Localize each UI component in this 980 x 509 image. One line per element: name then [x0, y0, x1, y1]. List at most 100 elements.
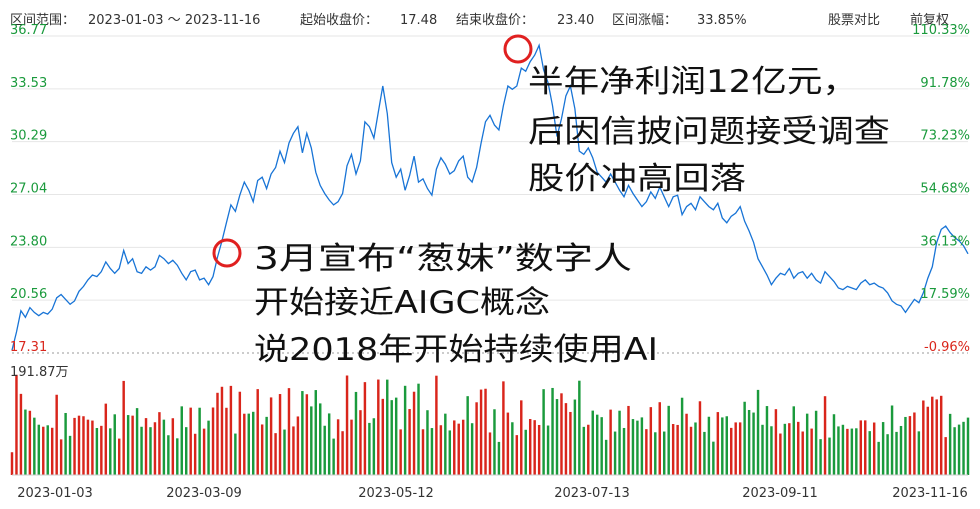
volume-bar — [694, 422, 697, 475]
volume-bar — [864, 420, 867, 475]
volume-bar — [837, 426, 840, 475]
peak-marker — [503, 34, 533, 64]
volume-bar — [426, 410, 429, 475]
volume-bar — [506, 412, 510, 475]
volume-bar — [135, 408, 139, 475]
volume-bar — [560, 393, 563, 475]
volume-bar — [189, 407, 192, 475]
volume-bar — [788, 423, 791, 475]
volume-bar — [904, 416, 907, 475]
volume-bar — [609, 409, 612, 475]
volume-bar — [931, 396, 934, 475]
volume-bar — [28, 410, 32, 475]
volume-bar — [689, 426, 693, 475]
y-tick-label-left: 20.56 — [10, 287, 47, 302]
volume-bar — [381, 398, 385, 475]
volume-bar — [305, 394, 309, 475]
volume-bar — [158, 412, 161, 475]
volume-bar — [747, 409, 751, 475]
start-price-label: 起始收盘价： — [300, 12, 378, 28]
volume-bar — [595, 414, 599, 475]
volume-bar — [555, 399, 559, 475]
volume-bar — [939, 395, 943, 475]
volume-bar — [810, 428, 813, 475]
volume-bar — [327, 413, 331, 475]
volume-bar — [377, 379, 380, 475]
volume-bar — [399, 429, 402, 475]
x-tick-label: 2023-05-12 — [358, 486, 434, 501]
volume-bar — [680, 397, 684, 475]
volume-bar — [180, 406, 183, 475]
volume-bar — [551, 387, 554, 475]
volume-bar — [944, 437, 947, 475]
volume-bar — [479, 389, 483, 475]
volume-bar — [167, 435, 170, 475]
volume-bar — [368, 422, 371, 475]
volume-bar — [962, 421, 965, 475]
volume-bar — [211, 407, 215, 475]
volume-bar — [528, 419, 532, 475]
volume-bar — [24, 409, 27, 475]
y-tick-label-right: -0.96% — [924, 340, 970, 355]
volume-bar — [341, 431, 344, 475]
volume-bar — [310, 406, 313, 475]
y-tick-label-right: 110.33% — [912, 23, 970, 38]
volume-bar — [252, 411, 255, 475]
volume-bar — [444, 413, 447, 475]
volume-bar — [386, 379, 389, 475]
volume-bar — [493, 409, 496, 475]
volume-bar — [19, 393, 23, 475]
volume-bar — [10, 452, 14, 475]
volume-bar — [604, 439, 608, 475]
stock-chart: 区间范围： 2023-01-03 ～ 2023-11-16 起始收盘价： 17.… — [10, 12, 970, 501]
volume-bar — [421, 429, 425, 475]
volume-bar — [663, 431, 666, 475]
volume-bar — [569, 411, 572, 475]
volume-bar — [185, 427, 188, 475]
volume-bar — [770, 426, 773, 475]
volume-bar — [408, 409, 411, 475]
volume-bar — [520, 400, 523, 475]
volume-bar — [216, 392, 219, 475]
volume-bar — [761, 424, 764, 475]
y-tick-label-left: 17.31 — [10, 340, 47, 355]
volume-bar — [841, 424, 845, 475]
volume-bar — [801, 431, 804, 475]
volume-bar — [220, 386, 224, 475]
volume-bar — [475, 402, 478, 475]
peak-annotation-line-3: 股价冲高回落 — [528, 161, 746, 197]
volume-bar — [613, 431, 617, 475]
volume-bar — [922, 400, 925, 475]
volume-bar — [627, 405, 630, 475]
volume-bar — [82, 416, 85, 475]
volume-bar — [654, 432, 657, 475]
volume-bar — [37, 424, 41, 475]
peak-annotation-line-1: 半年净利润12亿元， — [528, 64, 858, 100]
volume-bar — [524, 429, 527, 475]
volume-bar — [470, 423, 474, 475]
volume-bar — [33, 417, 36, 475]
volume-bar — [202, 428, 206, 475]
y-tick-label-left: 33.53 — [10, 76, 47, 91]
volume-bar — [247, 413, 250, 475]
peak-annotation: 半年净利润12亿元， 后因信披问题接受调查 股价冲高回落 — [528, 64, 890, 197]
volume-bar — [296, 416, 300, 475]
volume-bar — [725, 416, 728, 475]
x-tick-label: 2023-03-09 — [166, 486, 242, 501]
volume-bar — [274, 433, 277, 475]
volume-bar — [752, 412, 755, 475]
compare-button[interactable]: 股票对比 — [828, 13, 880, 28]
volume-bar — [497, 441, 501, 475]
volume-bar — [109, 428, 112, 475]
y-tick-label-right: 54.68% — [920, 182, 970, 197]
volume-bar — [743, 401, 746, 475]
volume-bar — [511, 422, 514, 475]
volume-bar — [256, 389, 259, 475]
volume-bar — [913, 412, 916, 475]
march-annotation-line-2: 开始接近AIGC概念 — [254, 285, 550, 321]
volume-bar — [649, 407, 653, 475]
volume-bar — [50, 427, 54, 475]
volume-bar — [292, 426, 295, 475]
volume-bar — [957, 424, 961, 475]
y-tick-label-left: 36.77 — [10, 23, 47, 38]
